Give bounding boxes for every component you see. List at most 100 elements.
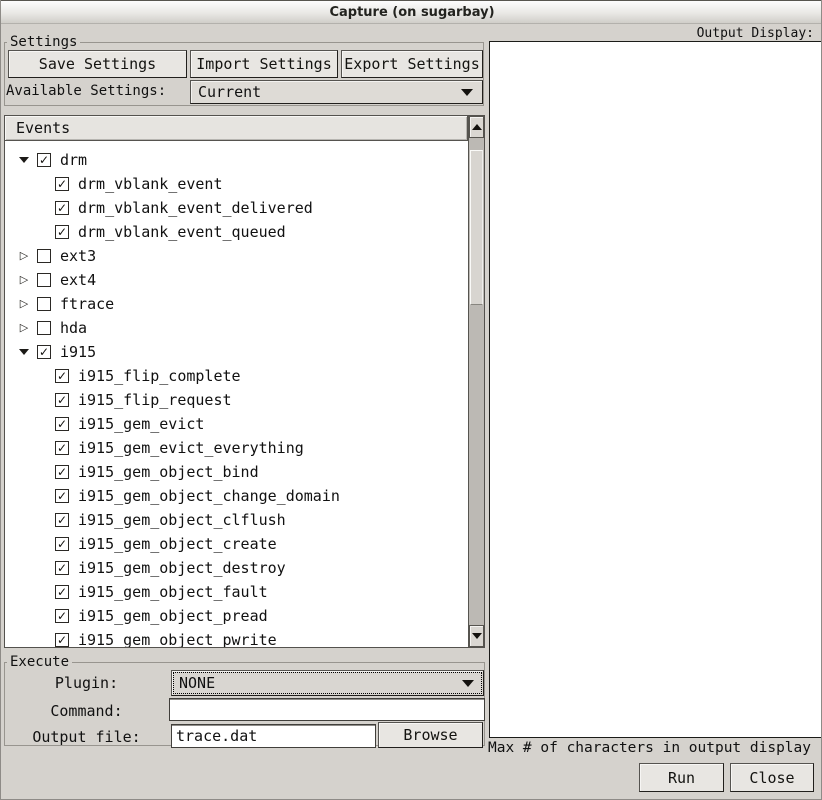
tree-row: ✓ i915_gem_object_clflush <box>5 508 468 532</box>
events-tree: Events ✓ drm ✓ drm_vblank_event ✓ drm_vblank_… <box>4 115 485 648</box>
available-settings-value: Current <box>198 83 261 101</box>
output-display-area[interactable] <box>489 41 822 738</box>
event-checkbox[interactable] <box>37 249 51 263</box>
tree-row: ✓ i915_gem_evict <box>5 412 468 436</box>
event-label[interactable]: ext4 <box>60 271 96 289</box>
event-label[interactable]: i915_flip_request <box>78 391 232 409</box>
collapse-expander-icon[interactable] <box>18 157 30 163</box>
tree-row: ✓ drm_vblank_event_delivered <box>5 196 468 220</box>
arrow-up-icon <box>472 124 482 130</box>
expand-expander-icon[interactable]: ▷ <box>18 250 30 262</box>
event-checkbox[interactable]: ✓ <box>55 513 69 527</box>
available-settings-label: Available Settings: <box>6 83 166 99</box>
settings-frame-label: Settings <box>7 35 80 49</box>
event-checkbox[interactable]: ✓ <box>55 201 69 215</box>
plugin-combo[interactable]: NONE <box>171 670 484 696</box>
tree-row: ✓ i915_gem_object_destroy <box>5 556 468 580</box>
event-checkbox[interactable]: ✓ <box>55 369 69 383</box>
tree-row: ✓ drm <box>5 148 468 172</box>
scroll-down-button[interactable] <box>469 625 484 647</box>
event-label[interactable]: drm_vblank_event_queued <box>78 223 286 241</box>
event-label[interactable]: ftrace <box>60 295 114 313</box>
browse-button[interactable]: Browse <box>378 722 483 748</box>
event-label[interactable]: i915_gem_evict <box>78 415 204 433</box>
save-settings-button[interactable]: Save Settings <box>8 50 187 78</box>
event-label[interactable]: i915_gem_object_pread <box>78 607 268 625</box>
tree-row: ✓ i915_gem_object_create <box>5 532 468 556</box>
export-settings-button[interactable]: Export Settings <box>341 50 483 78</box>
event-label[interactable]: drm_vblank_event_delivered <box>78 199 313 217</box>
event-label[interactable]: i915_gem_object_change_domain <box>78 487 340 505</box>
event-label[interactable]: i915_gem_object_fault <box>78 583 268 601</box>
event-label[interactable]: i915_gem_object_bind <box>78 463 259 481</box>
event-checkbox[interactable]: ✓ <box>55 537 69 551</box>
events-scrollbar[interactable] <box>468 116 484 647</box>
run-button[interactable]: Run <box>639 763 724 792</box>
event-checkbox[interactable]: ✓ <box>55 633 69 647</box>
event-checkbox[interactable] <box>37 297 51 311</box>
tree-row: ▷ ftrace <box>5 292 468 316</box>
command-label: Command: <box>9 702 164 720</box>
event-label[interactable]: i915_gem_evict_everything <box>78 439 304 457</box>
events-header-label: Events <box>16 119 70 137</box>
event-checkbox[interactable]: ✓ <box>37 153 51 167</box>
scroll-up-button[interactable] <box>469 116 484 138</box>
tree-row: ✓ i915_flip_request <box>5 388 468 412</box>
event-label[interactable]: drm_vblank_event <box>78 175 223 193</box>
event-checkbox[interactable] <box>37 273 51 287</box>
event-checkbox[interactable]: ✓ <box>55 393 69 407</box>
event-label[interactable]: i915_gem_object_clflush <box>78 511 286 529</box>
window-title: Capture (on sugarbay) <box>329 5 494 20</box>
event-label[interactable]: ext3 <box>60 247 96 265</box>
chevron-down-icon <box>462 680 474 687</box>
plugin-label: Plugin: <box>9 674 164 692</box>
available-settings-combo[interactable]: Current <box>190 80 483 104</box>
event-label[interactable]: i915_gem_object_pwrite <box>78 631 277 647</box>
tree-row: ✓ i915_flip_complete <box>5 364 468 388</box>
import-settings-button[interactable]: Import Settings <box>190 50 338 78</box>
event-checkbox[interactable] <box>37 321 51 335</box>
tree-row: ▷ ext3 <box>5 244 468 268</box>
tree-row: ✓ i915_gem_object_change_domain <box>5 484 468 508</box>
events-column-header[interactable]: Events <box>5 116 468 141</box>
arrow-down-icon <box>472 633 482 639</box>
expand-expander-icon[interactable]: ▷ <box>18 298 30 310</box>
expand-expander-icon[interactable]: ▷ <box>18 322 30 334</box>
plugin-value: NONE <box>179 674 215 692</box>
tree-row: ✓ i915_gem_object_fault <box>5 580 468 604</box>
event-checkbox[interactable]: ✓ <box>55 441 69 455</box>
max-chars-label: Max # of characters in output display <box>488 740 811 756</box>
chevron-down-icon <box>461 89 473 96</box>
tree-row: ▷ ext4 <box>5 268 468 292</box>
event-label[interactable]: i915_flip_complete <box>78 367 241 385</box>
event-checkbox[interactable]: ✓ <box>55 585 69 599</box>
event-label[interactable]: drm <box>60 151 87 169</box>
event-checkbox[interactable]: ✓ <box>55 561 69 575</box>
command-input[interactable] <box>169 698 485 721</box>
titlebar[interactable]: Capture (on sugarbay) <box>1 0 822 24</box>
event-label[interactable]: i915_gem_object_create <box>78 535 277 553</box>
close-button[interactable]: Close <box>730 763 814 792</box>
event-checkbox[interactable]: ✓ <box>55 465 69 479</box>
event-checkbox[interactable]: ✓ <box>55 417 69 431</box>
event-label[interactable]: i915 <box>60 343 96 361</box>
output-display-label: Output Display: <box>697 26 814 41</box>
event-checkbox[interactable]: ✓ <box>55 609 69 623</box>
tree-row: ✓ i915_gem_evict_everything <box>5 436 468 460</box>
output-file-input[interactable] <box>171 724 376 748</box>
scrollbar-thumb[interactable] <box>470 150 483 305</box>
event-checkbox[interactable]: ✓ <box>55 225 69 239</box>
tree-row: ✓ drm_vblank_event_queued <box>5 220 468 244</box>
event-checkbox[interactable]: ✓ <box>55 489 69 503</box>
output-file-label: Output file: <box>9 728 164 746</box>
expand-expander-icon[interactable]: ▷ <box>18 274 30 286</box>
execute-frame-label: Execute <box>7 655 72 669</box>
event-checkbox[interactable]: ✓ <box>55 177 69 191</box>
tree-row: ✓ i915 <box>5 340 468 364</box>
collapse-expander-icon[interactable] <box>18 349 30 355</box>
event-label[interactable]: hda <box>60 319 87 337</box>
tree-row: ✓ i915_gem_object_pwrite <box>5 628 468 647</box>
event-label[interactable]: i915_gem_object_destroy <box>78 559 286 577</box>
event-checkbox[interactable]: ✓ <box>37 345 51 359</box>
tree-row: ▷ hda <box>5 316 468 340</box>
